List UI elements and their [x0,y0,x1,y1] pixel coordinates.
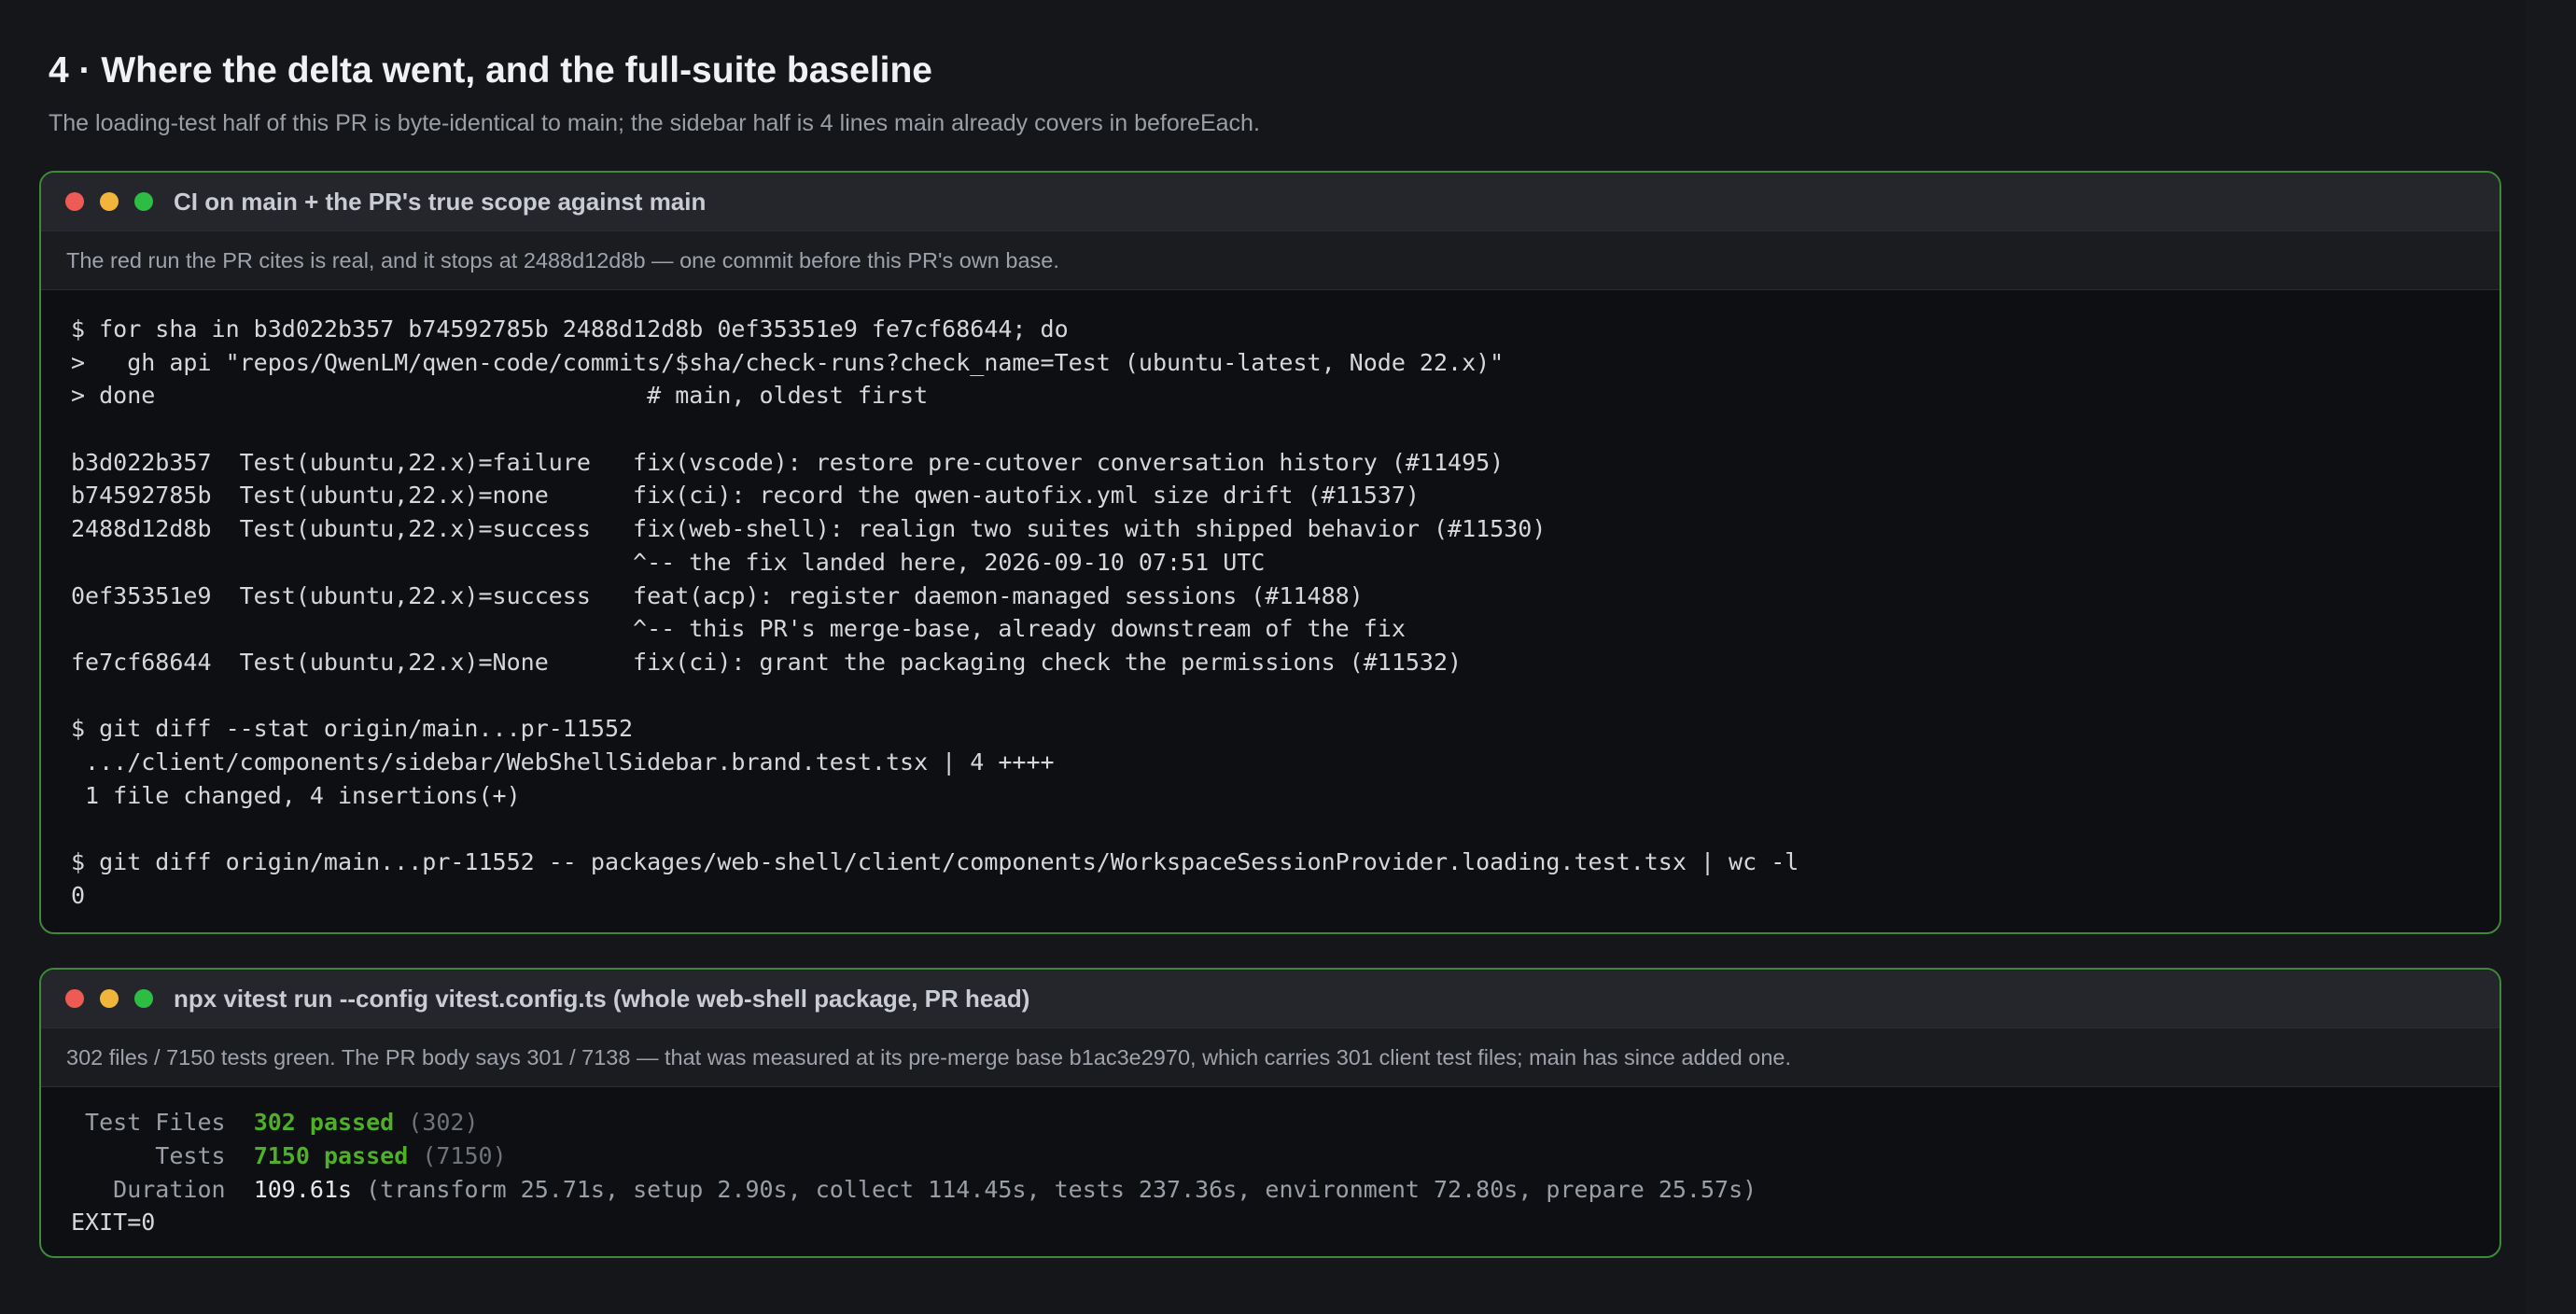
terminal-line: b3d022b357 Test(ubuntu,22.x)=failure fix… [71,448,1505,476]
terminal-line: ^-- the fix landed here, 2026-09-10 07:5… [71,548,1266,576]
terminal-line: $ git diff origin/main...pr-11552 -- pac… [71,848,1799,875]
terminal-line: $ for sha in b3d022b357 b74592785b 2488d… [71,315,1069,342]
duration-value: 109.61s [253,1175,353,1203]
ci-terminal-output: $ for sha in b3d022b357 b74592785b 2488d… [41,290,2499,932]
vitest-terminal-window: npx vitest run --config vitest.config.ts… [39,968,2501,1259]
tests-total: (7150) [422,1142,507,1170]
ci-window-title: CI on main + the PR's true scope against… [174,187,707,216]
ci-terminal-window: CI on main + the PR's true scope against… [39,171,2501,935]
tests-label: Tests [71,1142,226,1170]
terminal-line: ^-- this PR's merge-base, already downst… [71,615,1406,643]
ci-window-titlebar: CI on main + the PR's true scope against… [41,173,2499,231]
tests-line: Tests 7150 passed (7150) [71,1139,2471,1173]
section-subtitle: The loading-test half of this PR is byte… [49,110,1260,136]
test-files-passed: 302 passed [253,1109,395,1137]
terminal-line: .../client/components/sidebar/WebShellSi… [71,748,1055,776]
terminal-line: > gh api "repos/QwenLM/qwen-code/commits… [71,348,1505,376]
test-files-line: Test Files 302 passed (302) [71,1106,2471,1139]
terminal-line: 1 file changed, 4 insertions(+) [71,781,521,809]
terminal-line: fe7cf68644 Test(ubuntu,22.x)=None fix(ci… [71,648,1463,676]
vitest-window-title: npx vitest run --config vitest.config.ts… [174,984,1030,1013]
duration-label: Duration [71,1175,226,1203]
vitest-window-titlebar: npx vitest run --config vitest.config.ts… [41,970,2499,1028]
maximize-dot-icon[interactable] [134,989,153,1009]
exit-code-line: EXIT=0 [71,1209,156,1237]
terminal-line: 2488d12d8b Test(ubuntu,22.x)=success fix… [71,515,1547,543]
maximize-dot-icon[interactable] [134,192,153,211]
terminal-line: 0 [71,881,86,909]
tests-passed: 7150 passed [253,1142,409,1170]
close-dot-icon[interactable] [65,989,84,1009]
section-title: 4 · Where the delta went, and the full-s… [49,50,932,91]
vitest-window-caption: 302 files / 7150 tests green. The PR bod… [41,1027,2499,1088]
scrollbar-track[interactable] [2526,0,2576,1314]
minimize-dot-icon[interactable] [100,989,119,1009]
terminal-line: > done # main, oldest first [71,382,929,410]
close-dot-icon[interactable] [65,192,84,211]
test-files-label: Test Files [71,1109,226,1137]
page: 4 · Where the delta went, and the full-s… [0,0,2576,1314]
terminal-line: $ git diff --stat origin/main...pr-11552 [71,715,634,743]
vitest-terminal-output: Test Files 302 passed (302) Tests 7150 p… [41,1087,2499,1256]
minimize-dot-icon[interactable] [100,192,119,211]
terminal-line: b74592785b Test(ubuntu,22.x)=none fix(ci… [71,482,1420,510]
test-files-total: (302) [408,1109,479,1137]
terminal-line: 0ef35351e9 Test(ubuntu,22.x)=success fea… [71,581,1364,609]
duration-detail: (transform 25.71s, setup 2.90s, collect … [366,1175,1757,1203]
duration-line: Duration 109.61s (transform 25.71s, setu… [71,1173,2471,1207]
ci-window-caption: The red run the PR cites is real, and it… [41,231,2499,290]
